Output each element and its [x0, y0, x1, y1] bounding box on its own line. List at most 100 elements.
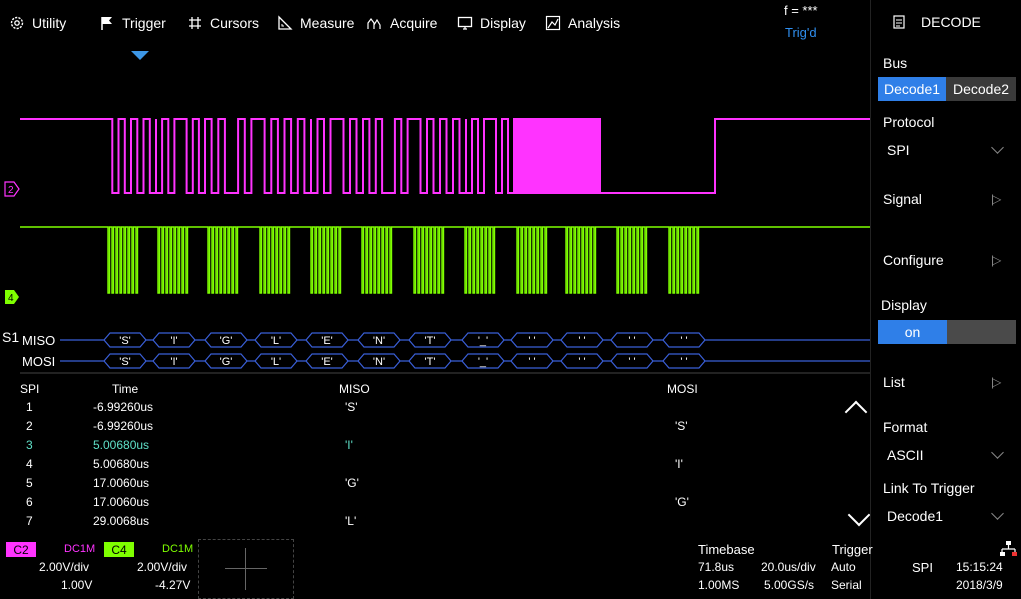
- bus-frame-label: ' ': [578, 335, 585, 347]
- table-cell-mosi: 'G': [675, 495, 689, 509]
- trigger-delay: 71.8us: [698, 560, 735, 574]
- clock-date: 2018/3/9: [956, 578, 1003, 592]
- bus-frame-label: 'N': [373, 335, 385, 347]
- table-row[interactable]: 1 -6.99260us 'S': [0, 400, 870, 419]
- table-row[interactable]: 7 29.0068us 'L': [0, 514, 870, 533]
- table-cell-time: 5.00680us: [93, 457, 150, 471]
- menu-cursors[interactable]: Cursors: [187, 12, 259, 34]
- analysis-icon: [545, 15, 561, 31]
- flag-icon: [101, 17, 112, 30]
- bus-frame-label: ' ': [628, 356, 635, 368]
- clock-time: 15:15:24: [956, 560, 1003, 574]
- channel-4-marker[interactable]: 4: [5, 290, 19, 304]
- c4-tag[interactable]: C4: [104, 542, 134, 557]
- decode-mode: SPI: [912, 560, 933, 575]
- bus-frame-label: 'I': [170, 356, 177, 368]
- trigger-label: Trigger: [832, 542, 873, 557]
- monitor-icon: [457, 16, 473, 30]
- display-on-toggle[interactable]: on: [878, 320, 947, 344]
- table-cell-num: 6: [26, 495, 33, 509]
- bottom-status-bar: C2 DC1M 2.00V/div 1.00V C4 DC1M 2.00V/di…: [0, 538, 873, 599]
- menu-measure-label: Measure: [300, 15, 355, 31]
- miso-bus-decode: 'S' 'I' 'G' 'L' 'E' 'N' 'T' '_' ' ' ' ' ' ' ' ': [60, 332, 870, 348]
- table-row[interactable]: 3 5.00680us 'I': [0, 438, 870, 457]
- add-channel-button[interactable]: [198, 539, 294, 599]
- bus-frame-label: ' ': [528, 335, 535, 347]
- channel-4-trace: [20, 226, 870, 294]
- table-row[interactable]: 5 17.0060us 'G': [0, 476, 870, 495]
- trigger-mode: Auto: [831, 560, 856, 574]
- link-to-trigger-value[interactable]: Decode1: [887, 508, 943, 524]
- table-cell-miso: 'S': [345, 400, 358, 414]
- bus-frame-label: 'S': [119, 335, 131, 347]
- bus-frame-label: 'G': [220, 335, 233, 347]
- decode-panel: DECODE Bus Decode1 Decode2 Protocol SPI …: [870, 0, 1021, 599]
- table-cell-time: 17.0060us: [93, 495, 150, 509]
- protocol-value[interactable]: SPI: [887, 142, 910, 158]
- table-row[interactable]: 4 5.00680us 'I': [0, 457, 870, 476]
- table-cell-time: -6.99260us: [93, 419, 154, 433]
- display-off-toggle[interactable]: [947, 320, 1016, 344]
- network-icon: [1000, 541, 1017, 556]
- bus-frame-label: 'E': [321, 335, 333, 347]
- c4-coupling: DC1M: [162, 543, 194, 555]
- bus-frame-label: 'E': [321, 356, 333, 368]
- c2-tag[interactable]: C2: [6, 542, 36, 557]
- bus-frame-label: ' ': [628, 335, 635, 347]
- link-to-trigger-label: Link To Trigger: [883, 480, 975, 496]
- decode2-tab[interactable]: Decode2: [946, 77, 1016, 101]
- menu-cursors-label: Cursors: [210, 15, 260, 31]
- bus-frame-label: 'L': [271, 356, 281, 368]
- table-cell-num: 5: [26, 476, 33, 490]
- add-plus-icon-vertical: [245, 548, 246, 590]
- channel-4-marker-label: 4: [8, 293, 14, 304]
- bus-frame-label: 'G': [220, 356, 233, 368]
- format-value[interactable]: ASCII: [887, 447, 924, 463]
- menu-analysis[interactable]: Analysis: [545, 12, 620, 34]
- acquire-icon: [367, 18, 381, 29]
- bus-frame-label: '_': [478, 356, 488, 368]
- trigger-type: Serial: [831, 578, 862, 592]
- table-cell-mosi: 'S': [675, 419, 688, 433]
- frequency-readout: f = ***: [784, 3, 818, 18]
- protocol-chevron-down-icon[interactable]: [991, 141, 1004, 154]
- table-row[interactable]: 6 17.0060us 'G': [0, 495, 870, 514]
- menu-trigger[interactable]: Trigger: [99, 12, 166, 34]
- trigger-position-marker[interactable]: [131, 51, 149, 60]
- table-row[interactable]: 2 -6.99260us 'S': [0, 419, 870, 438]
- table-cell-num: 3: [26, 438, 33, 452]
- format-label: Format: [883, 419, 928, 435]
- decode1-tab[interactable]: Decode1: [878, 77, 946, 101]
- format-chevron-down-icon[interactable]: [991, 446, 1004, 459]
- menu-measure[interactable]: Measure: [277, 12, 354, 34]
- table-cell-num: 4: [26, 457, 33, 471]
- menu-acquire[interactable]: Acquire: [367, 12, 437, 34]
- menu-acquire-label: Acquire: [390, 15, 438, 31]
- list-submenu-icon: |▷: [991, 375, 1001, 389]
- configure-submenu-icon: |▷: [991, 253, 1001, 267]
- menu-utility[interactable]: Utility: [9, 12, 66, 34]
- signal-menu-item[interactable]: Signal: [883, 191, 922, 207]
- channel-2-marker[interactable]: 2: [4, 181, 20, 197]
- add-plus-icon: [225, 568, 267, 569]
- gear-icon: [10, 16, 24, 30]
- miso-label: MISO: [22, 333, 55, 348]
- bus-frame-label: 'N': [373, 356, 385, 368]
- table-cell-miso: 'G': [345, 476, 359, 490]
- hash-icon: [189, 17, 201, 29]
- link-chevron-down-icon[interactable]: [991, 507, 1004, 520]
- list-menu-item[interactable]: List: [883, 374, 905, 390]
- c4-volts-per-div: 2.00V/div: [137, 560, 188, 574]
- configure-menu-item[interactable]: Configure: [883, 252, 944, 268]
- bus-frame-label: ' ': [680, 335, 687, 347]
- table-header-mosi: MOSI: [667, 382, 698, 396]
- c2-volts-per-div: 2.00V/div: [39, 560, 90, 574]
- timebase-label: Timebase: [698, 542, 755, 557]
- table-cell-time: -6.99260us: [93, 400, 154, 414]
- bus-frame-label: '_': [478, 335, 488, 347]
- bus-frame-label: ' ': [578, 356, 585, 368]
- table-cell-mosi: 'I': [675, 457, 683, 471]
- menu-display[interactable]: Display: [457, 12, 526, 34]
- table-cell-num: 1: [26, 400, 33, 414]
- signal-submenu-icon: |▷: [991, 192, 1001, 206]
